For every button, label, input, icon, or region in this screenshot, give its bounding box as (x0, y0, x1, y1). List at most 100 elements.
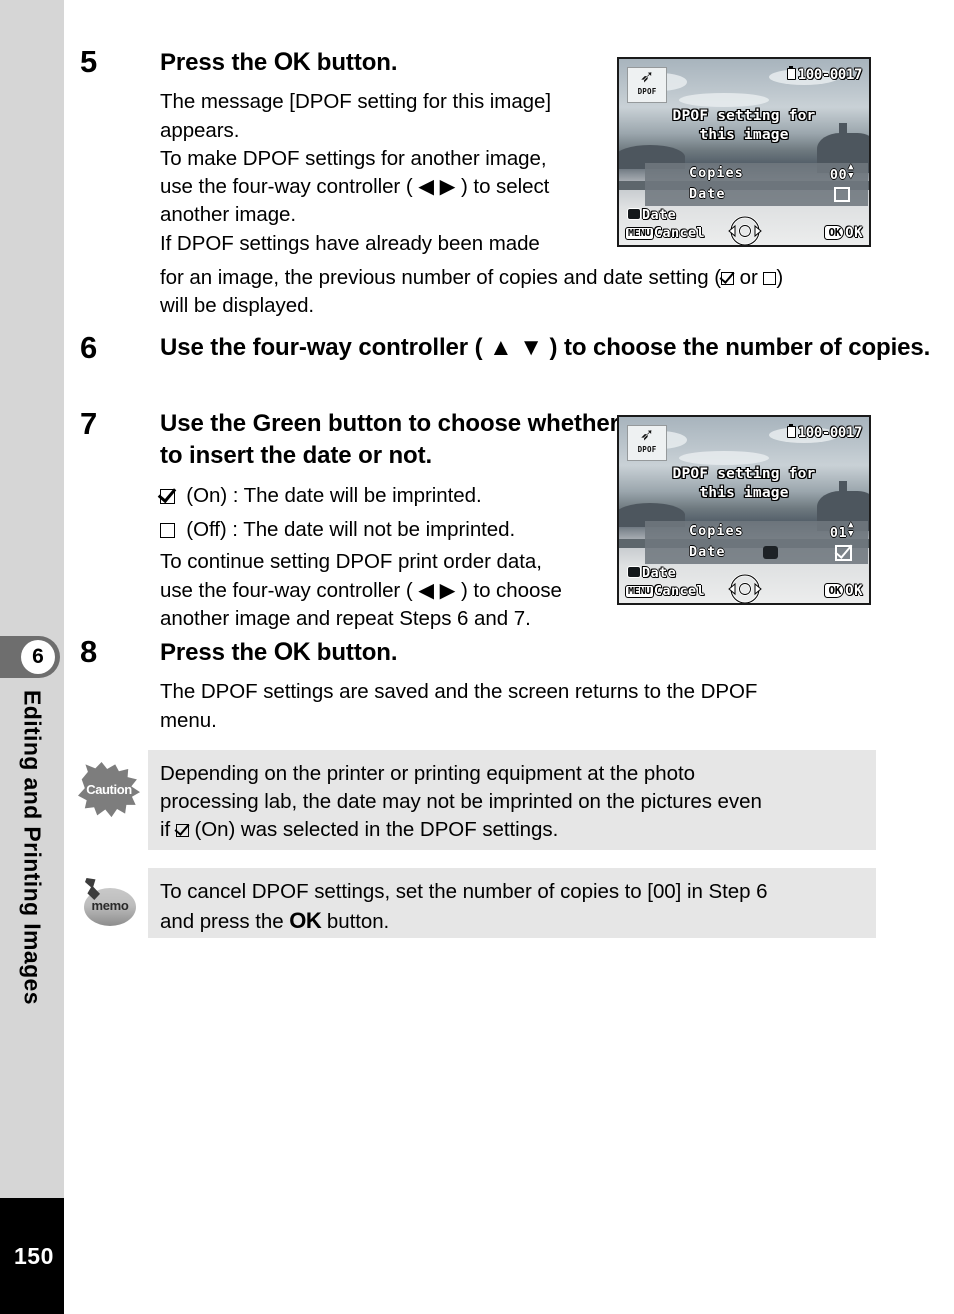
checkbox-on-icon (175, 824, 189, 838)
caution-note-text: Depending on the printer or printing equ… (160, 760, 866, 844)
step-7-on-label: (On) : The date will be imprinted. (186, 483, 482, 507)
lcd-message-line1: DPOF setting for (672, 108, 816, 124)
ok-hint-label: OK (845, 225, 863, 241)
file-number-readout: 100-0017 (786, 424, 863, 441)
menu-key-icon: MENU (625, 227, 654, 240)
file-number-text: 100-0017 (797, 425, 863, 441)
caution-line3-post: (On) was selected in the DPOF settings. (188, 818, 559, 842)
ok-button-glyph: OK (273, 638, 311, 666)
step-7-body-line: another image and repeat Steps 6 and 7. (160, 606, 531, 630)
step-7-number: 7 (80, 406, 98, 441)
memo-note-box: To cancel DPOF settings, set the number … (148, 868, 876, 938)
date-label: Date (689, 544, 726, 560)
copies-value[interactable]: 01 ▲ ▼ (830, 521, 854, 544)
step-5-wide-pre: for an image, the previous number of cop… (160, 266, 721, 289)
ok-button-glyph: OK (289, 908, 322, 934)
four-way-controller-icon (728, 573, 762, 603)
dpof-settings-panel: Copies 00 ▲ ▼ Date (645, 163, 868, 206)
date-checkbox-off-icon[interactable] (834, 187, 850, 202)
memo-icon-label: memo (91, 898, 129, 913)
dpof-badge-icon: ➶ DPOF (627, 67, 667, 103)
memo-line2-pre: and press the (160, 910, 290, 934)
lcd-message: DPOF setting for this image (619, 107, 869, 145)
chapter-tab: 6 (0, 636, 60, 678)
copies-value[interactable]: 00 ▲ ▼ (830, 163, 854, 186)
lcd-message-line2: this image (699, 485, 789, 501)
step-8-body: The DPOF settings are saved and the scre… (160, 678, 950, 735)
copies-label: Copies (689, 165, 744, 181)
menu-cancel-label: Cancel (653, 225, 706, 241)
menu-key-icon: MENU (625, 585, 654, 598)
copies-row: Copies 01 ▲ ▼ (645, 521, 868, 542)
cloud-shape (679, 451, 769, 465)
memo-line2-post: button. (321, 910, 390, 934)
step-8-heading: Press the OK button. (160, 636, 950, 669)
copies-row: Copies 00 ▲ ▼ (645, 163, 868, 184)
green-button-hint-label: Date (642, 565, 677, 581)
lcd-message: DPOF setting for this image (619, 465, 869, 503)
date-checkbox-on-icon[interactable] (835, 545, 852, 561)
file-number-readout: 100-0017 (786, 66, 863, 83)
green-button-icon (627, 208, 641, 220)
memo-icon: memo (80, 878, 138, 932)
lcd-message-line1: DPOF setting for (672, 466, 816, 482)
camera-lcd-screenshot-bottom: ➶ DPOF 100-0017 DPOF setting for this im… (617, 415, 871, 605)
menu-cancel-label: Cancel (653, 583, 706, 599)
step-7-heading: Use the Green button to choose whether t… (160, 410, 619, 469)
menu-cancel-hint: MENU Cancel (625, 225, 705, 241)
page-number-block: 150 (0, 1198, 64, 1314)
step-5-wide-mid: or (733, 266, 764, 289)
step-7-off-label: (Off) : The date will not be imprinted. (186, 518, 516, 542)
step-7-body: (On) : The date will be imprinted. (Off)… (160, 482, 630, 633)
step-7-off-row: (Off) : The date will not be imprinted. (160, 516, 630, 544)
step-5-body-wide-tail: will be displayed. (160, 294, 315, 318)
ok-hint: OK OK (824, 583, 863, 599)
step-5-number: 5 (80, 44, 98, 79)
caution-icon-label: Caution (86, 782, 132, 797)
file-number-text: 100-0017 (797, 67, 863, 83)
ok-button-glyph: OK (273, 48, 311, 76)
spinner-arrows-icon: ▲ ▼ (848, 162, 854, 181)
chapter-number-badge: 6 (21, 640, 55, 674)
step-5-body-wide: for an image, the previous number of cop… (160, 264, 954, 321)
date-row: Date (645, 184, 868, 205)
green-button-icon (763, 546, 778, 559)
copies-value-text: 01 (829, 525, 848, 541)
ok-key-icon: OK (824, 225, 845, 240)
dpof-badge-label: DPOF (637, 87, 657, 96)
step-7-on-row: (On) : The date will be imprinted. (160, 482, 630, 510)
cloud-shape (679, 93, 769, 107)
step-7-body-line: use the four-way controller ( ◀ ▶ ) to c… (160, 578, 562, 602)
step-6-number: 6 (80, 330, 98, 365)
memo-note-line: and press the OK button. (160, 906, 866, 936)
chapter-title-text: Editing and Printing Images (19, 690, 46, 1005)
lcd-message-line2: this image (699, 127, 789, 143)
step-8-body-line: menu. (160, 708, 217, 732)
green-button-icon (627, 566, 641, 578)
step-7-body-line: To continue setting DPOF print order dat… (160, 550, 542, 574)
chapter-sidebar: 6 Editing and Printing Images (0, 0, 64, 1198)
memo-note-text: To cancel DPOF settings, set the number … (160, 878, 866, 936)
checkbox-off-icon (763, 272, 777, 285)
menu-cancel-hint: MENU Cancel (625, 583, 705, 599)
memory-card-icon (786, 66, 796, 80)
ok-key-icon: OK (824, 583, 845, 598)
step-5-wide-post: ) (776, 266, 784, 289)
camera-lcd-screenshot-top: ➶ DPOF 100-0017 DPOF setting for this im… (617, 57, 871, 247)
checkbox-on-icon (720, 272, 734, 285)
ok-hint-label: OK (845, 583, 863, 599)
date-row: Date (645, 542, 868, 563)
step-8-heading-pre: Press the (160, 639, 274, 666)
step-8-heading-post: button. (310, 639, 398, 666)
caution-line3-pre: if (160, 818, 176, 842)
step-8-number: 8 (80, 634, 98, 669)
green-button-hint-label: Date (642, 207, 677, 223)
page-number: 150 (14, 1243, 54, 1269)
step-8-body-line: The DPOF settings are saved and the scre… (160, 680, 758, 704)
step-5-body-wide-line: for an image, the previous number of cop… (160, 264, 954, 292)
copies-label: Copies (689, 523, 744, 539)
step-5-heading-pre: Press the (160, 49, 274, 76)
dpof-badge-icon: ➶ DPOF (627, 425, 667, 461)
step-6-heading: Use the four-way controller ( ▲ ▼ ) to c… (160, 334, 931, 361)
memory-card-icon (786, 424, 796, 438)
